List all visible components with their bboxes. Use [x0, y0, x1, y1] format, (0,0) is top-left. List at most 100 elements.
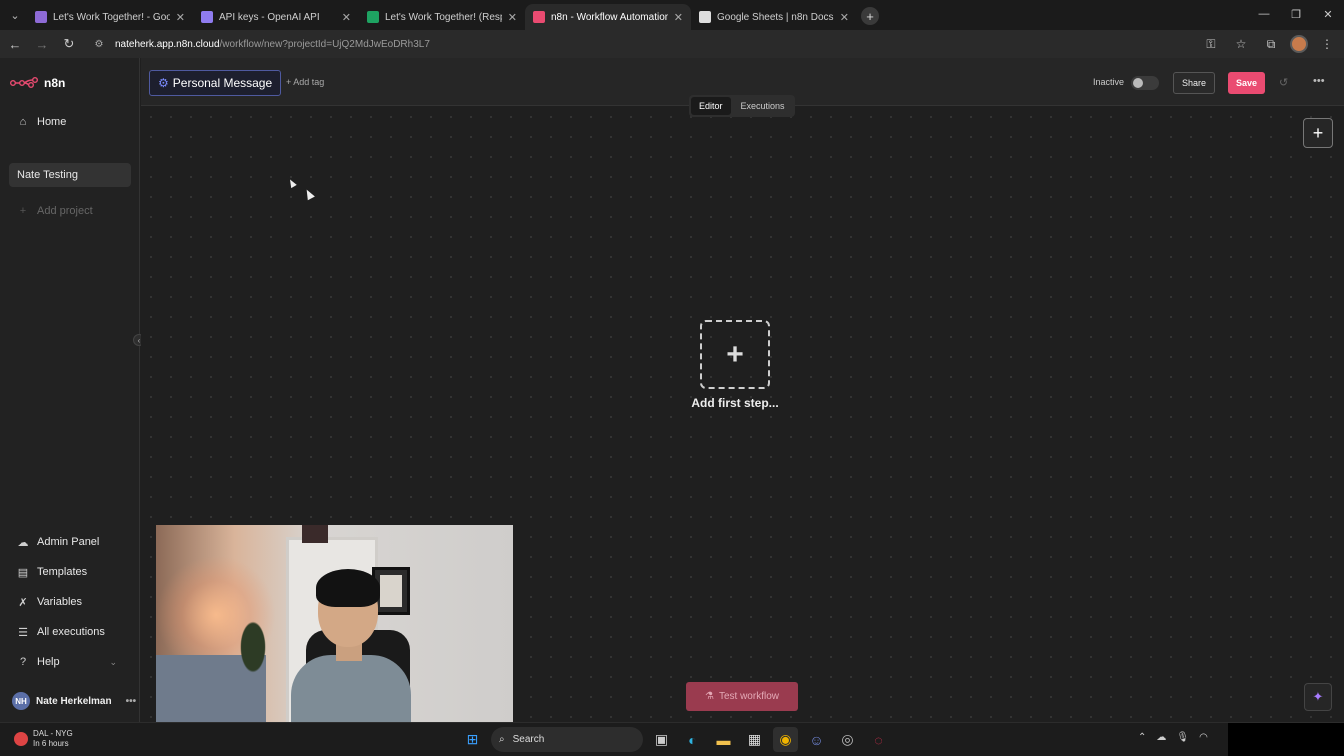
- tab-title: API keys - OpenAI API: [219, 11, 320, 23]
- tab-close-icon[interactable]: ✕: [508, 11, 517, 24]
- browser-menu-icon[interactable]: ⋮: [1316, 33, 1338, 55]
- history-icon[interactable]: ↺: [1279, 76, 1288, 89]
- store-icon[interactable]: ▦: [742, 727, 767, 752]
- sidebar-item-label: Add project: [37, 205, 93, 217]
- windows-start-icon[interactable]: ⊞: [460, 727, 485, 752]
- tab-close-icon[interactable]: ✕: [176, 11, 185, 24]
- taskbar-search-box[interactable]: ⌕ Search: [491, 727, 643, 752]
- webcam-overlay: [156, 525, 513, 725]
- search-icon: ⌕: [499, 734, 505, 745]
- sidebar-item-templates[interactable]: ▤ Templates: [9, 560, 131, 584]
- sidebar-item-admin-panel[interactable]: ☁ Admin Panel: [9, 530, 131, 554]
- windows-taskbar: DAL - NYG In 6 hours ⊞ ⌕ Search ▣ ◐ ▬ ▦ …: [0, 722, 1344, 756]
- browser-tab[interactable]: API keys - OpenAI API ✕: [193, 4, 359, 30]
- tab-favicon-icon: [201, 11, 213, 23]
- password-key-icon[interactable]: ⚿: [1200, 33, 1222, 55]
- file-explorer-icon[interactable]: ▬: [711, 727, 736, 752]
- taskbar-apps: ⊞ ⌕ Search ▣ ◐ ▬ ▦ ◉ ☺ ◎ ◌: [460, 727, 891, 752]
- add-tag-link[interactable]: + Add tag: [286, 77, 324, 87]
- sidebar-project-nate-testing[interactable]: Nate Testing: [9, 163, 131, 187]
- tab-search-chevron-icon[interactable]: ⌄: [3, 3, 27, 27]
- flask-icon: ⚗: [705, 691, 714, 702]
- user-name: Nate Herkelman: [36, 695, 112, 707]
- onedrive-off-icon[interactable]: ☁: [1156, 732, 1166, 743]
- sidebar-item-all-executions[interactable]: ☰ All executions: [9, 620, 131, 644]
- more-dots-icon[interactable]: •••: [1313, 75, 1325, 87]
- browser-tab[interactable]: Let's Work Together! (Respons ✕: [359, 4, 525, 30]
- tab-editor[interactable]: Editor: [691, 97, 731, 115]
- tab-title: Let's Work Together! (Respons: [385, 11, 502, 23]
- chevron-down-icon: ⌄: [109, 656, 117, 667]
- webcam-sign: [302, 525, 328, 543]
- tray-clock-area: [1228, 723, 1344, 756]
- test-workflow-label: Test workflow: [718, 691, 779, 702]
- tab-favicon-icon: [699, 11, 711, 23]
- tab-title: Google Sheets | n8n Docs: [717, 11, 834, 23]
- taskbar-widget[interactable]: DAL - NYG In 6 hours: [14, 729, 73, 749]
- widget-text: DAL - NYG In 6 hours: [33, 729, 73, 749]
- edge-browser-icon[interactable]: ◐: [680, 727, 705, 752]
- forward-arrow-icon[interactable]: →: [30, 32, 54, 56]
- share-button[interactable]: Share: [1173, 72, 1215, 94]
- webcam-plant: [238, 617, 268, 677]
- n8n-logo[interactable]: n8n: [10, 76, 65, 90]
- wifi-icon[interactable]: ◠: [1199, 732, 1208, 743]
- microphone-icon[interactable]: 🎙: [1176, 732, 1189, 743]
- url-path: /workflow/new?projectId=UjQ2MdJwEoDRh3L7: [219, 38, 430, 50]
- sidebar-item-home[interactable]: ⌂ Home: [9, 110, 131, 134]
- sidebar-item-label: Help: [37, 656, 60, 668]
- site-info-icon[interactable]: ⚙: [92, 37, 106, 51]
- restore-icon[interactable]: ❐: [1280, 0, 1312, 28]
- chevron-up-icon[interactable]: ⌃: [1138, 732, 1146, 743]
- task-view-icon[interactable]: ▣: [649, 727, 674, 752]
- avatar: NH: [12, 692, 30, 710]
- sidebar-item-variables[interactable]: ✗ Variables: [9, 590, 131, 614]
- gear-icon: ⚙: [158, 76, 169, 90]
- tab-executions[interactable]: Executions: [733, 97, 793, 115]
- camera-app-icon[interactable]: ◎: [835, 727, 860, 752]
- tab-close-icon[interactable]: ✕: [342, 11, 351, 24]
- tab-close-icon[interactable]: ✕: [674, 11, 683, 24]
- widget-line-2: In 6 hours: [33, 739, 69, 748]
- reload-icon[interactable]: ↻: [57, 32, 81, 56]
- open-nodes-panel-button[interactable]: +: [1303, 118, 1333, 148]
- home-icon: ⌂: [19, 116, 27, 128]
- search-label: Search: [512, 734, 545, 745]
- sidebar-item-label: All executions: [37, 626, 105, 638]
- save-button[interactable]: Save: [1228, 72, 1265, 94]
- bookmark-star-icon[interactable]: ☆: [1230, 33, 1252, 55]
- browser-tab[interactable]: Google Sheets | n8n Docs ✕: [691, 4, 857, 30]
- url-host: nateherk.app.n8n.cloud: [115, 38, 220, 50]
- cloud-icon: ☁: [17, 536, 29, 549]
- sidebar: n8n ⌂ Home Nate Testing + Add project ☁ …: [0, 58, 140, 722]
- tab-favicon-icon: [367, 11, 379, 23]
- minimize-icon[interactable]: —: [1248, 0, 1280, 28]
- sidebar-item-help[interactable]: ? Help ⌄: [9, 650, 131, 674]
- test-workflow-button[interactable]: ⚗ Test workflow: [686, 682, 798, 711]
- extensions-icon[interactable]: ⧉: [1260, 33, 1282, 55]
- editor-executions-switch: Editor Executions: [689, 95, 795, 117]
- tab-close-icon[interactable]: ✕: [840, 11, 849, 24]
- tab-favicon-icon: [533, 11, 545, 23]
- new-tab-button[interactable]: +: [861, 7, 879, 25]
- browser-toolbar: ← → ↻ ⚙ nateherk.app.n8n.cloud/workflow/…: [0, 30, 1344, 58]
- address-bar[interactable]: ⚙ nateherk.app.n8n.cloud/workflow/new?pr…: [86, 33, 1250, 55]
- browser-tab-active[interactable]: n8n - Workflow Automation ✕: [525, 4, 691, 30]
- webcam-person-hair: [316, 569, 380, 607]
- discord-icon[interactable]: ☺: [804, 727, 829, 752]
- add-first-step-button[interactable]: +: [700, 320, 770, 389]
- browser-tab[interactable]: Let's Work Together! - Google F ✕: [27, 4, 193, 30]
- user-menu[interactable]: NH Nate Herkelman •••: [12, 692, 136, 710]
- ai-assistant-sparkle-icon[interactable]: ✦: [1304, 683, 1332, 711]
- back-arrow-icon[interactable]: ←: [3, 32, 27, 56]
- sidebar-item-label: Templates: [37, 566, 88, 578]
- profile-avatar[interactable]: [1290, 35, 1308, 53]
- activate-toggle[interactable]: [1131, 76, 1159, 90]
- chrome-browser-icon[interactable]: ◉: [773, 727, 798, 752]
- close-window-icon[interactable]: ✕: [1312, 0, 1344, 28]
- workflow-name-field[interactable]: ⚙ Personal Message: [149, 70, 282, 96]
- more-dots-icon[interactable]: •••: [126, 696, 137, 707]
- tab-list: Let's Work Together! - Google F ✕ API ke…: [27, 0, 857, 30]
- recorder-app-icon[interactable]: ◌: [866, 727, 891, 752]
- add-project-button[interactable]: + Add project: [9, 199, 131, 223]
